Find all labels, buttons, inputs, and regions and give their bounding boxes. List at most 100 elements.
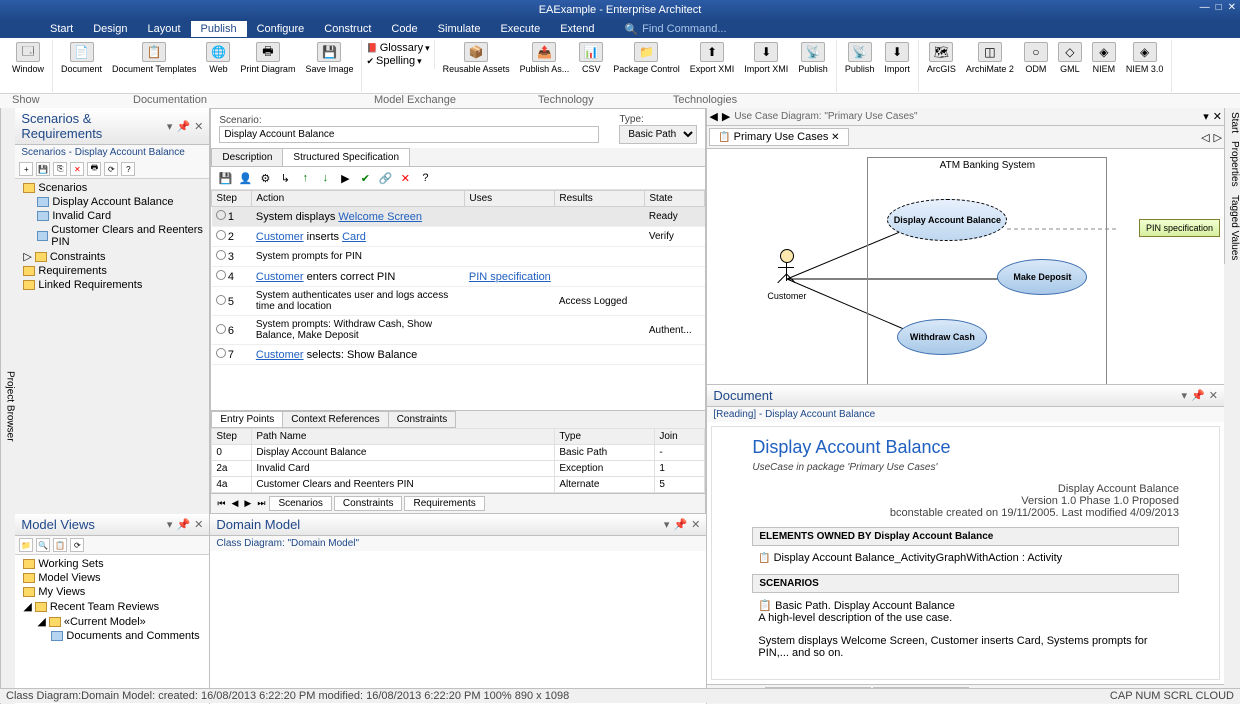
pin-icon[interactable]: ▾ (167, 120, 173, 133)
ribbon-window[interactable]: 🗔Window (8, 40, 48, 76)
tb-help-icon[interactable]: ? (121, 162, 135, 176)
pcol-name[interactable]: Path Name (252, 429, 555, 445)
st-branch-icon[interactable]: ↳ (277, 170, 293, 186)
document-body[interactable]: Display Account Balance UseCase in packa… (711, 426, 1220, 680)
ribbon-gml[interactable]: ◇GML (1054, 40, 1086, 76)
tree-requirements[interactable]: Requirements (19, 264, 205, 278)
st-save-icon[interactable]: 💾 (217, 170, 233, 186)
mv-model-views[interactable]: Model Views (19, 571, 205, 585)
tb-delete-icon[interactable]: ✕ (70, 162, 84, 176)
usecase-display-balance[interactable]: Display Account Balance (887, 199, 1007, 241)
st-actor-icon[interactable]: 👤 (237, 170, 253, 186)
tree-linked-req[interactable]: Linked Requirements (19, 278, 205, 292)
dm-close-icon[interactable]: ✕ (691, 518, 700, 531)
diag-scroll-right-icon[interactable]: ▷ (1214, 131, 1222, 144)
vtab-start[interactable]: Start (1224, 108, 1240, 137)
mv-docs-comments[interactable]: Documents and Comments (19, 629, 205, 643)
pcol-type[interactable]: Type (555, 429, 655, 445)
actor-customer[interactable]: Customer (767, 249, 806, 301)
tab-structured-spec[interactable]: Structured Specification (282, 148, 410, 166)
tree-constraints[interactable]: ▷ Constraints (19, 249, 205, 264)
diagram-canvas[interactable]: ATM Banking System Customer Display Acco… (707, 149, 1224, 384)
type-select[interactable]: Basic Path (619, 125, 697, 144)
vtab-properties[interactable]: Properties (1224, 137, 1240, 191)
st-delete-icon[interactable]: ✕ (397, 170, 413, 186)
ribbon-doc-templates[interactable]: 📋Document Templates (108, 40, 200, 76)
note-pin-spec[interactable]: PIN specification (1139, 219, 1220, 237)
mv-tb4-icon[interactable]: ⟳ (70, 538, 84, 552)
ribbon-spelling[interactable]: ✔ Spelling ▾ (366, 55, 429, 67)
path-row[interactable]: 4aCustomer Clears and Reenters PINAltern… (212, 477, 705, 493)
ribbon-publish-tech[interactable]: 📡Publish (841, 40, 879, 76)
diag-scroll-left-icon[interactable]: ◁ (1201, 131, 1209, 144)
step-row[interactable]: 3System prompts for PIN (212, 247, 705, 267)
close-panel-icon[interactable]: ✕ (194, 120, 203, 133)
mv-tb1-icon[interactable]: 📁 (19, 538, 33, 552)
pcol-step[interactable]: Step (212, 429, 252, 445)
diag-nav-fwd-icon[interactable]: ▶ (722, 110, 730, 123)
diag-close-icon[interactable]: ✕ (1213, 110, 1222, 123)
tb-copy-icon[interactable]: ⎘ (53, 162, 67, 176)
ribbon-archimate[interactable]: ◫ArchiMate 2 (962, 40, 1018, 76)
usecase-make-deposit[interactable]: Make Deposit (997, 259, 1087, 295)
st-check-icon[interactable]: ✔ (357, 170, 373, 186)
step-row[interactable]: 6System prompts: Withdraw Cash, Show Bal… (212, 316, 705, 345)
ribbon-import-tech[interactable]: ⬇Import (880, 40, 914, 76)
tree-item-display-balance[interactable]: Display Account Balance (19, 195, 205, 209)
vtab-project-browser[interactable]: Project Browser (0, 108, 15, 704)
ribbon-odm[interactable]: ○ODM (1020, 40, 1052, 76)
find-command[interactable]: 🔍 Find Command... (624, 23, 726, 36)
dm-pin2-icon[interactable]: 📌 (673, 518, 687, 531)
menu-execute[interactable]: Execute (490, 21, 550, 37)
menu-layout[interactable]: Layout (137, 21, 190, 37)
ribbon-save-image[interactable]: 💾Save Image (301, 40, 357, 76)
ribbon-glossary[interactable]: 📕 Glossary ▾ (366, 42, 429, 54)
ribbon-export-xmi[interactable]: ⬆Export XMI (686, 40, 739, 76)
ribbon-reusable-assets[interactable]: 📦Reusable Assets (439, 40, 514, 76)
menu-configure[interactable]: Configure (247, 21, 315, 37)
usecase-withdraw-cash[interactable]: Withdraw Cash (897, 319, 987, 355)
doc-pin-icon[interactable]: ▾ (1182, 389, 1188, 402)
tb-print-icon[interactable]: 🖶 (87, 162, 101, 176)
menu-extend[interactable]: Extend (550, 21, 604, 37)
mv-tb3-icon[interactable]: 📋 (53, 538, 67, 552)
step-row[interactable]: 5System authenticates user and logs acce… (212, 287, 705, 316)
tree-item-invalid-card[interactable]: Invalid Card (19, 209, 205, 223)
col-uses[interactable]: Uses (465, 191, 555, 207)
st-system-icon[interactable]: ⚙ (257, 170, 273, 186)
ribbon-print-diagram[interactable]: 🖶Print Diagram (236, 40, 299, 76)
mv-close-icon[interactable]: ✕ (194, 518, 203, 531)
col-action[interactable]: Action (252, 191, 465, 207)
tb-new-icon[interactable]: + (19, 162, 33, 176)
path-row[interactable]: 0Display Account BalanceBasic Path- (212, 445, 705, 461)
ribbon-publish-as[interactable]: 📤Publish As... (516, 40, 574, 76)
mv-working-sets[interactable]: Working Sets (19, 557, 205, 571)
step-row[interactable]: 4Customer enters correct PINPIN specific… (212, 267, 705, 287)
col-step[interactable]: Step (212, 191, 252, 207)
etab-entry-points[interactable]: Entry Points (211, 411, 283, 428)
tb-refresh-icon[interactable]: ⟳ (104, 162, 118, 176)
menu-publish[interactable]: Publish (191, 21, 247, 37)
dm-pin-icon[interactable]: ▾ (664, 518, 670, 531)
st-help-icon[interactable]: ? (417, 170, 433, 186)
tree-scenarios-root[interactable]: Scenarios (19, 181, 205, 195)
step-row[interactable]: 2Customer inserts CardVerify (212, 227, 705, 247)
menu-construct[interactable]: Construct (314, 21, 381, 37)
mv-pin-icon[interactable]: ▾ (167, 518, 173, 531)
path-row[interactable]: 2aInvalid CardException1 (212, 461, 705, 477)
ribbon-document[interactable]: 📄Document (57, 40, 106, 76)
diag-menu-icon[interactable]: ▾ (1203, 110, 1209, 123)
tab-description[interactable]: Description (211, 148, 283, 166)
col-results[interactable]: Results (555, 191, 645, 207)
tb-save-icon[interactable]: 💾 (36, 162, 50, 176)
vtab-tagged-values[interactable]: Tagged Values (1224, 191, 1240, 264)
menu-design[interactable]: Design (83, 21, 137, 37)
maximize-icon[interactable]: □ (1216, 2, 1222, 13)
ribbon-arcgis[interactable]: 🗺ArcGIS (923, 40, 960, 76)
st-up-icon[interactable]: ↑ (297, 170, 313, 186)
doc-close-icon[interactable]: ✕ (1209, 389, 1218, 402)
nav-last-icon[interactable]: ⏭ (255, 498, 267, 509)
scenario-input[interactable] (219, 126, 599, 143)
ribbon-niem3[interactable]: ◈NIEM 3.0 (1122, 40, 1168, 76)
diagram-tab[interactable]: 📋 Primary Use Cases ✕ (709, 128, 848, 146)
